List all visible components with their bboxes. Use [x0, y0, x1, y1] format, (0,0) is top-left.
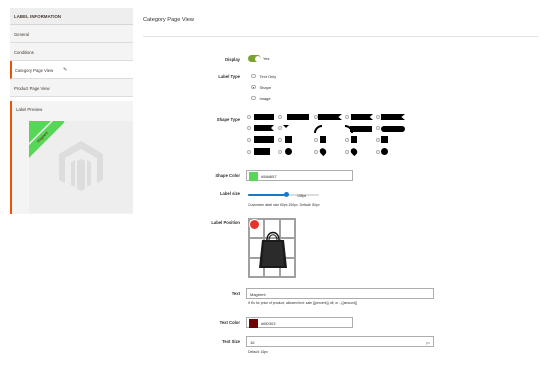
text-size-input[interactable]: 16 px	[246, 336, 434, 347]
shape-radio[interactable]	[376, 138, 380, 142]
shape-circle[interactable]	[285, 148, 292, 155]
radio-label: Image	[259, 95, 271, 101]
shape-rect[interactable]	[254, 136, 274, 143]
shape-color-label: Shape Color	[215, 173, 240, 178]
label-size-value: 135px	[297, 194, 307, 198]
shape-radio[interactable]	[376, 115, 380, 119]
text-input-value: Magirent	[250, 292, 266, 297]
shape-corner[interactable]	[283, 125, 289, 128]
shape-radio[interactable]	[314, 115, 318, 119]
sidebar-item-category-page-view[interactable]: Category Page View ✎	[10, 61, 133, 79]
shape-radio[interactable]	[376, 150, 380, 154]
label-type-option-image[interactable]: Image	[251, 95, 271, 101]
shape-radio[interactable]	[345, 150, 349, 154]
shape-radio[interactable]	[278, 138, 282, 142]
radio-text-only[interactable]	[251, 73, 256, 79]
display-toggle[interactable]	[248, 55, 261, 62]
label-type-option-text-only[interactable]: Text Only	[251, 73, 276, 79]
shape-radio[interactable]	[376, 126, 380, 130]
sidebar-item-general[interactable]: General	[10, 25, 133, 43]
shape-corner-ribbon[interactable]	[314, 125, 322, 133]
title-divider	[143, 36, 538, 37]
shape-banner[interactable]	[287, 114, 309, 120]
tote-bag-icon	[259, 231, 287, 268]
shape-flag[interactable]	[318, 114, 342, 120]
sidebar-item-product-page-view[interactable]: Product Page View	[10, 79, 133, 97]
text-color-swatch[interactable]	[249, 319, 258, 328]
text-note: If it's for price of product, allowed te…	[248, 301, 358, 305]
label-preview-panel: Label Preview Magirent	[10, 101, 133, 214]
page-title: Category Page View	[143, 17, 194, 23]
shape-color-value: #58d657	[261, 174, 277, 179]
label-preview-image: Magirent	[29, 121, 133, 213]
radio-label: Shape	[259, 84, 272, 90]
shape-type-label: Shape Type	[216, 117, 240, 122]
sidebar: LABEL INFORMATION General Conditions Cat…	[10, 8, 133, 214]
text-color-input[interactable]: #6f0303	[246, 317, 353, 328]
sidebar-item-label: Category Page View	[15, 68, 54, 73]
shape-drop[interactable]	[349, 146, 359, 157]
display-label: Display	[225, 57, 240, 62]
text-label: Text	[231, 291, 240, 296]
display-toggle-text: Yes	[263, 56, 270, 61]
shape-banner[interactable]	[254, 114, 274, 120]
shape-radio[interactable]	[278, 150, 282, 154]
shape-type-grid	[247, 114, 412, 159]
text-size-label: Text Size	[222, 339, 240, 344]
text-color-label: Text Color	[219, 320, 240, 325]
shape-radio[interactable]	[247, 126, 251, 130]
label-type-option-shape[interactable]: Shape	[251, 84, 271, 90]
text-input[interactable]: Magirent	[246, 288, 434, 299]
pencil-icon: ✎	[63, 67, 68, 73]
text-size-note: Default: 16px	[248, 350, 268, 354]
label-preview-title: Label Preview	[16, 107, 43, 112]
shape-pill[interactable]	[381, 126, 405, 132]
shape-square[interactable]	[381, 136, 388, 143]
shape-flag[interactable]	[381, 114, 405, 120]
text-color-value: #6f0303	[261, 321, 276, 326]
shape-radio[interactable]	[278, 126, 282, 130]
label-size-label: Label size	[219, 191, 240, 196]
shape-radio[interactable]	[247, 138, 251, 142]
shape-radio[interactable]	[247, 150, 251, 154]
shape-square[interactable]	[320, 136, 326, 143]
shape-rect[interactable]	[254, 148, 270, 155]
position-marker-icon	[249, 219, 260, 230]
slider-fill	[248, 194, 286, 196]
shape-radio[interactable]	[278, 115, 282, 119]
text-size-unit: px	[425, 340, 430, 345]
shape-radio[interactable]	[314, 138, 318, 142]
shape-color-input[interactable]: #58d657	[246, 170, 353, 181]
shape-drop[interactable]	[318, 146, 328, 157]
sidebar-header: LABEL INFORMATION	[10, 8, 133, 25]
shape-square[interactable]	[285, 136, 292, 143]
shape-radio[interactable]	[314, 150, 318, 154]
shape-radio[interactable]	[345, 115, 349, 119]
shape-color-swatch[interactable]	[249, 172, 258, 181]
sidebar-item-conditions[interactable]: Conditions	[10, 43, 133, 61]
shape-square[interactable]	[351, 136, 357, 143]
label-position-label: Label Position	[211, 220, 240, 225]
shape-radio[interactable]	[247, 115, 251, 119]
shape-flag[interactable]	[254, 125, 274, 131]
text-size-value: 16	[250, 340, 255, 345]
shape-radio[interactable]	[345, 138, 349, 142]
shape-flag[interactable]	[351, 114, 373, 120]
shape-circle[interactable]	[381, 148, 388, 155]
radio-shape[interactable]	[251, 84, 256, 90]
radio-image[interactable]	[251, 95, 256, 101]
label-size-note: Customize label size 60px-150px. Default…	[248, 203, 320, 207]
toggle-knob	[254, 55, 261, 62]
label-size-slider[interactable]	[248, 192, 319, 197]
shape-tab[interactable]	[350, 126, 372, 132]
radio-label: Text Only	[259, 73, 277, 79]
label-type-label: Label Type	[218, 74, 240, 79]
slider-handle[interactable]	[284, 192, 289, 197]
